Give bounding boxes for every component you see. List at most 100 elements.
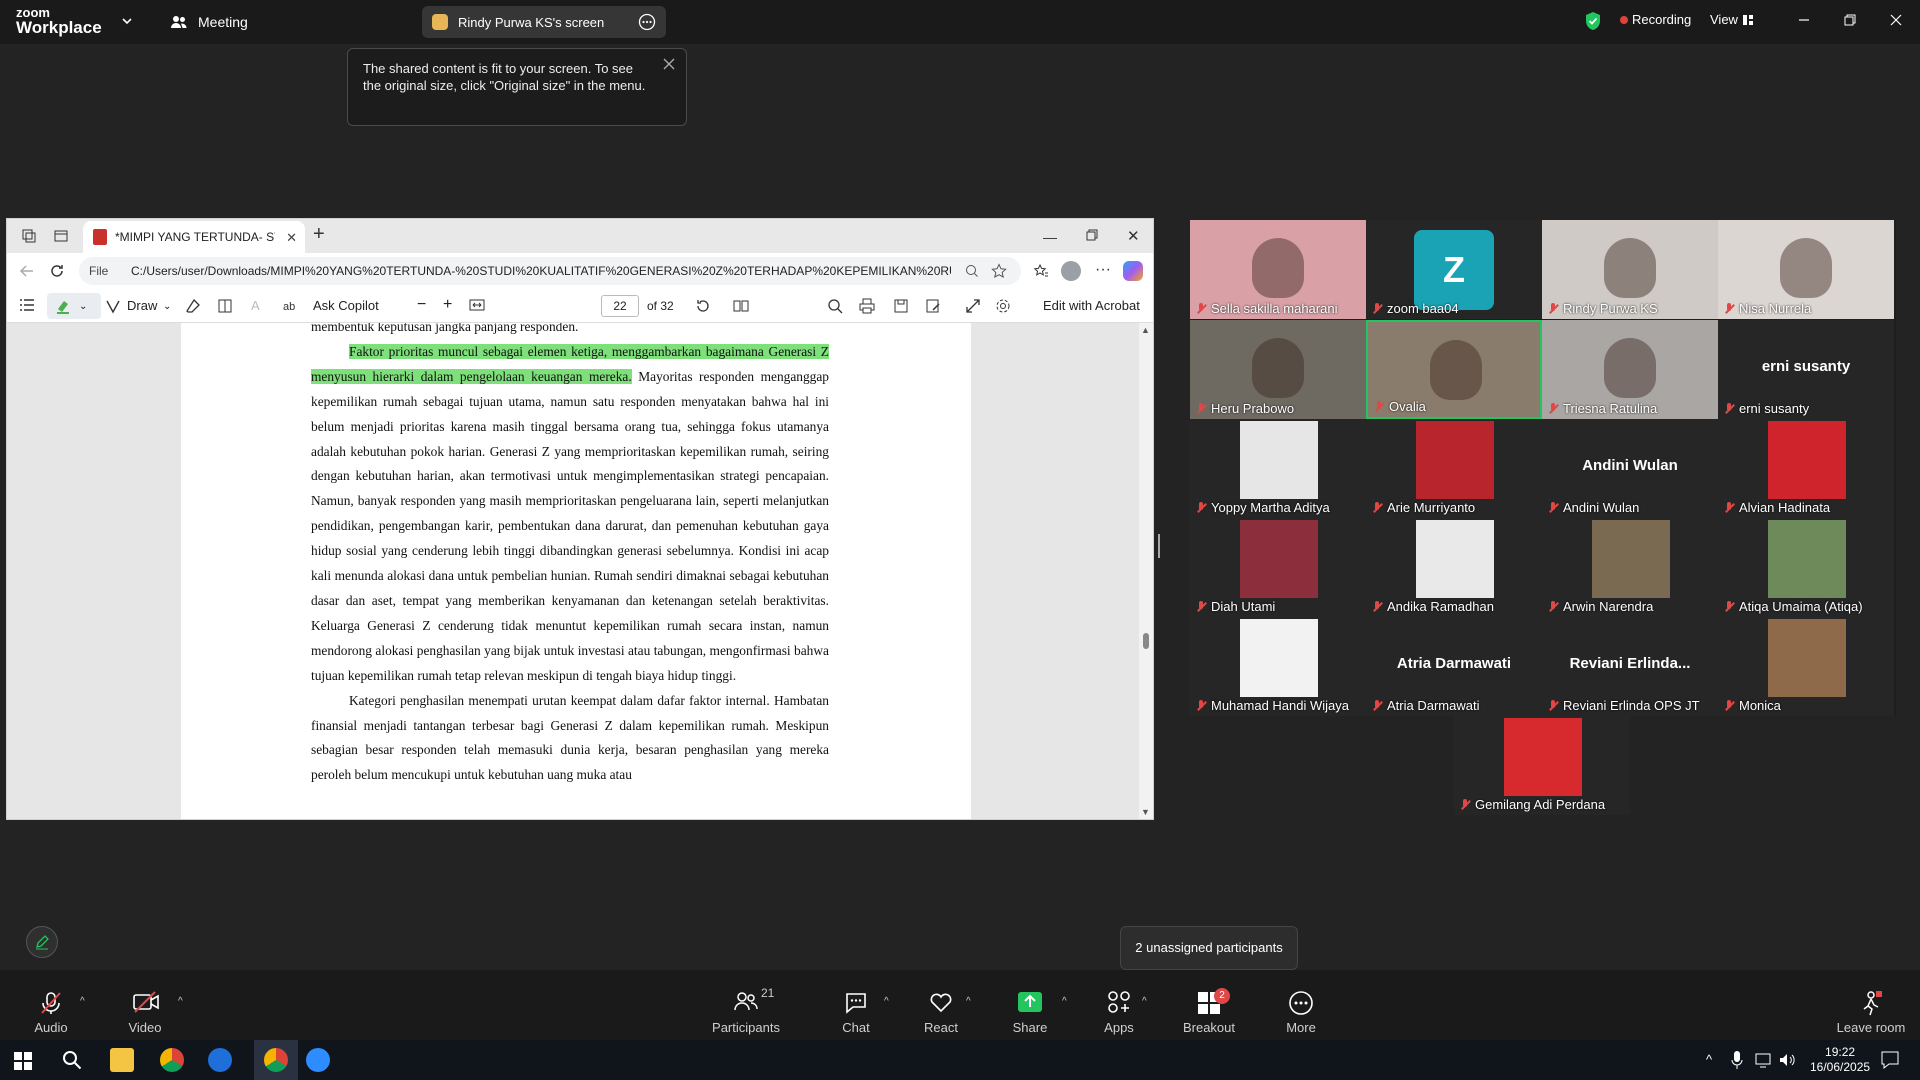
participant-tile[interactable]: Zzoom baa04 — [1366, 220, 1542, 319]
chevron-up-icon[interactable]: ^ — [1062, 996, 1067, 1007]
chevron-up-icon[interactable]: ^ — [884, 996, 889, 1007]
participant-tile[interactable]: Andini Wulan Andini Wulan — [1542, 419, 1718, 518]
unassigned-participants-popover[interactable]: 2 unassigned participants — [1120, 926, 1298, 970]
participant-tile[interactable]: Monica — [1718, 617, 1894, 716]
notifications-icon[interactable] — [1880, 1050, 1900, 1070]
participant-tile[interactable]: Atria Darmawati Atria Darmawati — [1366, 617, 1542, 716]
print-icon[interactable] — [859, 298, 875, 314]
chrome-icon[interactable] — [160, 1048, 184, 1072]
browser-tab-pdf[interactable]: *MIMPI YANG TERTUNDA- STUDI ✕ — [83, 221, 305, 253]
search-icon[interactable] — [827, 298, 843, 314]
participant-tile[interactable]: Alvian Hadinata — [1718, 419, 1894, 518]
windows-start-icon[interactable] — [14, 1052, 32, 1070]
network-icon[interactable] — [1754, 1052, 1772, 1068]
more-options-icon[interactable] — [638, 13, 656, 31]
split-resize-handle[interactable] — [1158, 534, 1160, 558]
text-format-icon[interactable]: A — [251, 298, 260, 313]
draw-pen-icon[interactable] — [105, 298, 121, 314]
tab-actions-icon[interactable] — [53, 228, 69, 244]
back-icon[interactable] — [19, 264, 35, 278]
scrollbar[interactable]: ▲ ▼ — [1139, 323, 1153, 819]
participant-tile[interactable]: Rindy Purwa KS — [1542, 220, 1718, 319]
chevron-up-icon[interactable]: ^ — [1706, 1052, 1712, 1067]
save-icon[interactable] — [893, 298, 909, 314]
participant-tile[interactable]: Nisa Nurrela — [1718, 220, 1894, 319]
zoom-in-icon[interactable]: + — [443, 296, 452, 314]
restore-icon[interactable] — [1085, 228, 1099, 242]
participant-tile[interactable]: Ovalia — [1366, 320, 1542, 419]
annotate-button[interactable] — [26, 926, 58, 958]
apps-button[interactable]: Apps — [1074, 970, 1164, 1040]
breakout-rooms-button[interactable]: 2 Breakout rooms — [1164, 970, 1254, 1050]
meeting-menu[interactable]: Meeting — [170, 14, 248, 30]
close-tab-icon[interactable]: ✕ — [286, 230, 297, 246]
participant-tile[interactable]: Diah Utami — [1190, 518, 1366, 617]
minimize-icon[interactable]: — — [1043, 229, 1057, 245]
participant-tile[interactable]: Gemilang Adi Perdana — [1454, 716, 1630, 815]
minimize-icon[interactable] — [1796, 12, 1812, 28]
participant-tile[interactable]: Reviani Erlinda... Reviani Erlinda OPS JT — [1542, 617, 1718, 716]
zoom-app-icon[interactable] — [306, 1048, 330, 1072]
draw-label[interactable]: Draw — [127, 298, 157, 313]
close-icon[interactable] — [662, 57, 676, 71]
security-shield-icon[interactable] — [1584, 11, 1602, 31]
chrome-icon[interactable] — [264, 1048, 288, 1072]
chevron-down-icon[interactable]: ⌄ — [163, 301, 171, 312]
microphone-icon[interactable] — [1730, 1050, 1744, 1070]
close-window-icon[interactable]: ✕ — [1127, 227, 1140, 245]
participant-tile[interactable]: erni susanty erni susanty — [1718, 320, 1894, 419]
close-icon[interactable] — [1888, 12, 1904, 28]
highlighter-icon[interactable] — [55, 298, 71, 314]
participant-tile[interactable]: Muhamad Handi Wijaya — [1190, 617, 1366, 716]
participant-tile[interactable]: Andika Ramadhan — [1366, 518, 1542, 617]
address-bar[interactable]: File C:/Users/user/Downloads/MIMPI%20YAN… — [79, 257, 1021, 285]
favorites-icon[interactable] — [1033, 263, 1049, 279]
copilot-icon[interactable] — [1123, 261, 1143, 281]
zoom-icon[interactable] — [965, 264, 979, 278]
more-button[interactable]: More — [1256, 970, 1346, 1040]
workspaces-icon[interactable] — [21, 228, 37, 244]
page-view-icon[interactable] — [217, 298, 233, 314]
react-button[interactable]: React — [896, 970, 986, 1040]
profile-avatar[interactable] — [1061, 261, 1081, 281]
fullscreen-icon[interactable] — [965, 298, 981, 314]
system-clock[interactable]: 19:22 16/06/2025 — [1810, 1045, 1870, 1075]
edit-with-acrobat-button[interactable]: Edit with Acrobat — [1043, 298, 1140, 313]
translate-icon[interactable]: ab — [283, 298, 299, 314]
chevron-up-icon[interactable]: ^ — [966, 996, 971, 1007]
scrollbar-thumb[interactable] — [1143, 633, 1149, 649]
participant-tile[interactable]: Arwin Narendra — [1542, 518, 1718, 617]
chevron-up-icon[interactable]: ^ — [178, 996, 183, 1007]
participant-tile[interactable]: Triesna Ratulina — [1542, 320, 1718, 419]
rotate-icon[interactable] — [695, 298, 711, 314]
recording-label[interactable]: Recording — [1632, 12, 1691, 27]
refresh-icon[interactable] — [49, 263, 65, 279]
participants-button[interactable]: 21 Participants — [701, 970, 791, 1040]
view-menu[interactable]: View — [1710, 12, 1738, 27]
fit-page-icon[interactable] — [469, 298, 485, 312]
chevron-down-icon[interactable] — [120, 14, 134, 28]
participant-tile[interactable]: Yoppy Martha Aditya — [1190, 419, 1366, 518]
video-button[interactable]: Video — [100, 970, 190, 1040]
participant-tile[interactable]: Atiqa Umaima (Atiqa) — [1718, 518, 1894, 617]
browser-app-icon[interactable] — [208, 1048, 232, 1072]
file-explorer-icon[interactable] — [110, 1048, 134, 1072]
scroll-up-icon[interactable]: ▲ — [1141, 325, 1150, 335]
scroll-down-icon[interactable]: ▼ — [1141, 807, 1150, 817]
chevron-up-icon[interactable]: ^ — [1142, 996, 1147, 1007]
ask-copilot-label[interactable]: Ask Copilot — [313, 298, 379, 313]
page-number-input[interactable]: 22 — [601, 295, 639, 317]
contents-list-icon[interactable] — [19, 298, 35, 312]
maximize-icon[interactable] — [1842, 12, 1858, 28]
volume-icon[interactable] — [1778, 1052, 1796, 1068]
search-icon[interactable] — [62, 1050, 82, 1070]
grid-view-icon[interactable] — [1742, 14, 1754, 26]
chevron-down-icon[interactable]: ⌄ — [79, 301, 87, 312]
new-tab-icon[interactable]: + — [313, 223, 325, 246]
eraser-icon[interactable] — [185, 298, 201, 314]
participant-tile[interactable]: Sella sakilla maharani — [1190, 220, 1366, 319]
participant-tile[interactable]: Arie Murriyanto — [1366, 419, 1542, 518]
share-screen-pill[interactable]: Rindy Purwa KS's screen — [422, 6, 666, 38]
participant-tile[interactable]: Heru Prabowo — [1190, 320, 1366, 419]
page-layout-icon[interactable] — [733, 298, 749, 314]
